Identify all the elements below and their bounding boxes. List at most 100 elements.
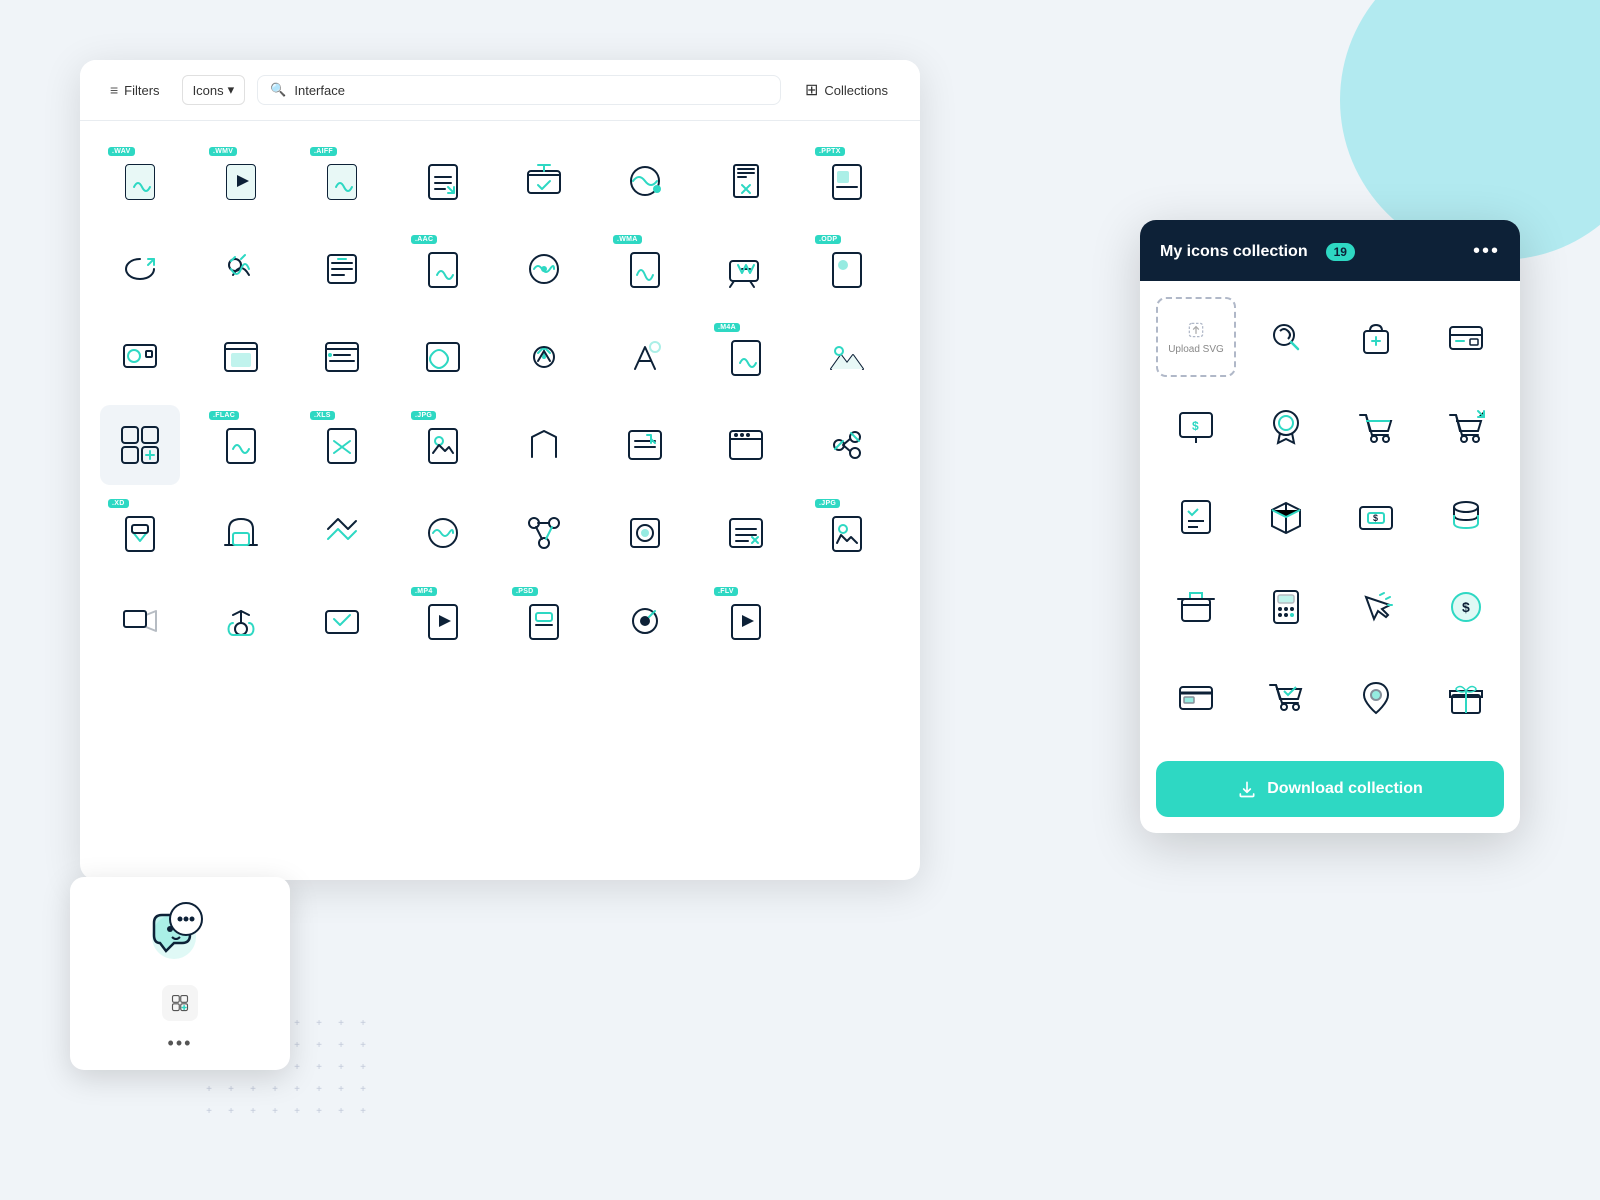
filters-button[interactable]: ≡ Filters [100,76,170,104]
list-item[interactable] [1156,657,1236,737]
collection-header: My icons collection 19 ••• [1140,220,1520,281]
list-item[interactable]: $ [1336,477,1416,557]
list-item[interactable]: .FLV [706,581,786,661]
list-item[interactable] [1246,657,1326,737]
list-item[interactable]: .PSD [504,581,584,661]
list-item[interactable] [605,581,685,661]
browser-window: ≡ Filters Icons ▾ 🔍 Interface ⊞ Collecti… [80,60,920,880]
list-item[interactable] [100,581,180,661]
list-item[interactable] [1426,477,1506,557]
search-bar[interactable]: 🔍 Interface [257,75,781,105]
list-item[interactable]: .AIFF [302,141,382,221]
list-item[interactable] [605,317,685,397]
upload-svg-label: Upload SVG [1168,344,1224,355]
list-item[interactable] [302,229,382,309]
list-item[interactable] [1246,387,1326,467]
chevron-down-icon: ▾ [228,82,235,98]
list-item[interactable] [605,493,685,573]
icons-dropdown[interactable]: Icons ▾ [182,75,246,105]
list-item[interactable] [1426,387,1506,467]
hover-card-actions [162,985,198,1021]
search-icon: 🔍 [270,82,286,98]
svg-text:$: $ [1462,599,1470,615]
collections-icon: ⊞ [805,80,818,100]
download-icon [1237,779,1257,799]
list-item[interactable] [1426,297,1506,377]
list-item[interactable] [807,405,887,485]
list-item[interactable]: $ [1426,567,1506,647]
list-item[interactable] [201,229,281,309]
list-item[interactable] [1246,297,1326,377]
list-item[interactable] [504,317,584,397]
list-item[interactable] [706,493,786,573]
search-input[interactable]: Interface [294,83,768,98]
filters-icon: ≡ [110,82,118,98]
list-item[interactable] [302,317,382,397]
list-item[interactable] [605,405,685,485]
download-collection-button[interactable]: Download collection [1156,761,1504,817]
list-item[interactable] [1336,297,1416,377]
list-item[interactable] [706,229,786,309]
svg-text:$: $ [1192,419,1199,433]
list-item[interactable]: .JPG [807,493,887,573]
list-item[interactable]: .FLAC [201,405,281,485]
list-item[interactable]: .XLS [302,405,382,485]
collections-button[interactable]: ⊞ Collections [793,74,900,106]
list-item[interactable] [706,141,786,221]
svg-text:$: $ [1373,513,1378,523]
list-item[interactable] [504,229,584,309]
browser-toolbar: ≡ Filters Icons ▾ 🔍 Interface ⊞ Collecti… [80,60,920,121]
list-item[interactable] [504,141,584,221]
list-item[interactable] [403,493,483,573]
list-item[interactable] [1336,657,1416,737]
download-collection-label: Download collection [1267,780,1423,798]
filters-label: Filters [124,83,159,98]
list-item[interactable]: $ [1156,387,1236,467]
list-item[interactable] [1246,567,1326,647]
list-item[interactable] [1156,477,1236,557]
upload-svg-button[interactable]: Upload SVG [1156,297,1236,377]
list-item[interactable]: .AAC [403,229,483,309]
list-item[interactable] [807,317,887,397]
list-item[interactable] [504,493,584,573]
list-item[interactable] [1336,387,1416,467]
list-item[interactable]: .WMA [605,229,685,309]
icons-dropdown-label: Icons [193,83,224,98]
list-item[interactable]: .JPG [403,405,483,485]
list-item[interactable] [1246,477,1326,557]
list-item[interactable] [403,141,483,221]
list-item[interactable]: .WMV [201,141,281,221]
list-item[interactable]: .PPTX [807,141,887,221]
list-item[interactable]: .ODP [807,229,887,309]
list-item[interactable] [302,581,382,661]
collection-title: My icons collection [1160,243,1308,261]
collection-icons-grid: Upload SVG $ [1140,281,1520,753]
list-item[interactable] [504,405,584,485]
collection-more-button[interactable]: ••• [1473,240,1500,263]
list-item[interactable] [706,405,786,485]
hover-more-button[interactable]: ••• [168,1033,193,1054]
list-item[interactable] [201,317,281,397]
icons-grid: .WAV .WMV .AIFF .PPTX [80,121,920,681]
list-item[interactable] [302,493,382,573]
list-item[interactable] [100,317,180,397]
list-item[interactable]: .XD [100,493,180,573]
collection-panel: My icons collection 19 ••• Upload SVG $ [1140,220,1520,833]
list-item[interactable]: .M4A [706,317,786,397]
hover-card-icon-preview [140,893,220,973]
add-to-collection-button[interactable] [100,405,180,485]
list-item[interactable] [1426,657,1506,737]
list-item[interactable] [605,141,685,221]
list-item[interactable] [201,581,281,661]
list-item[interactable] [403,317,483,397]
list-item[interactable] [1156,567,1236,647]
list-item[interactable] [201,493,281,573]
list-item[interactable] [1336,567,1416,647]
list-item[interactable] [100,229,180,309]
icon-hover-card: ••• [70,877,290,1070]
list-item[interactable]: .MP4 [403,581,483,661]
collections-label: Collections [824,83,888,98]
add-to-collection-icon-button[interactable] [162,985,198,1021]
list-item[interactable]: .WAV [100,141,180,221]
collection-count-badge: 19 [1326,243,1355,261]
